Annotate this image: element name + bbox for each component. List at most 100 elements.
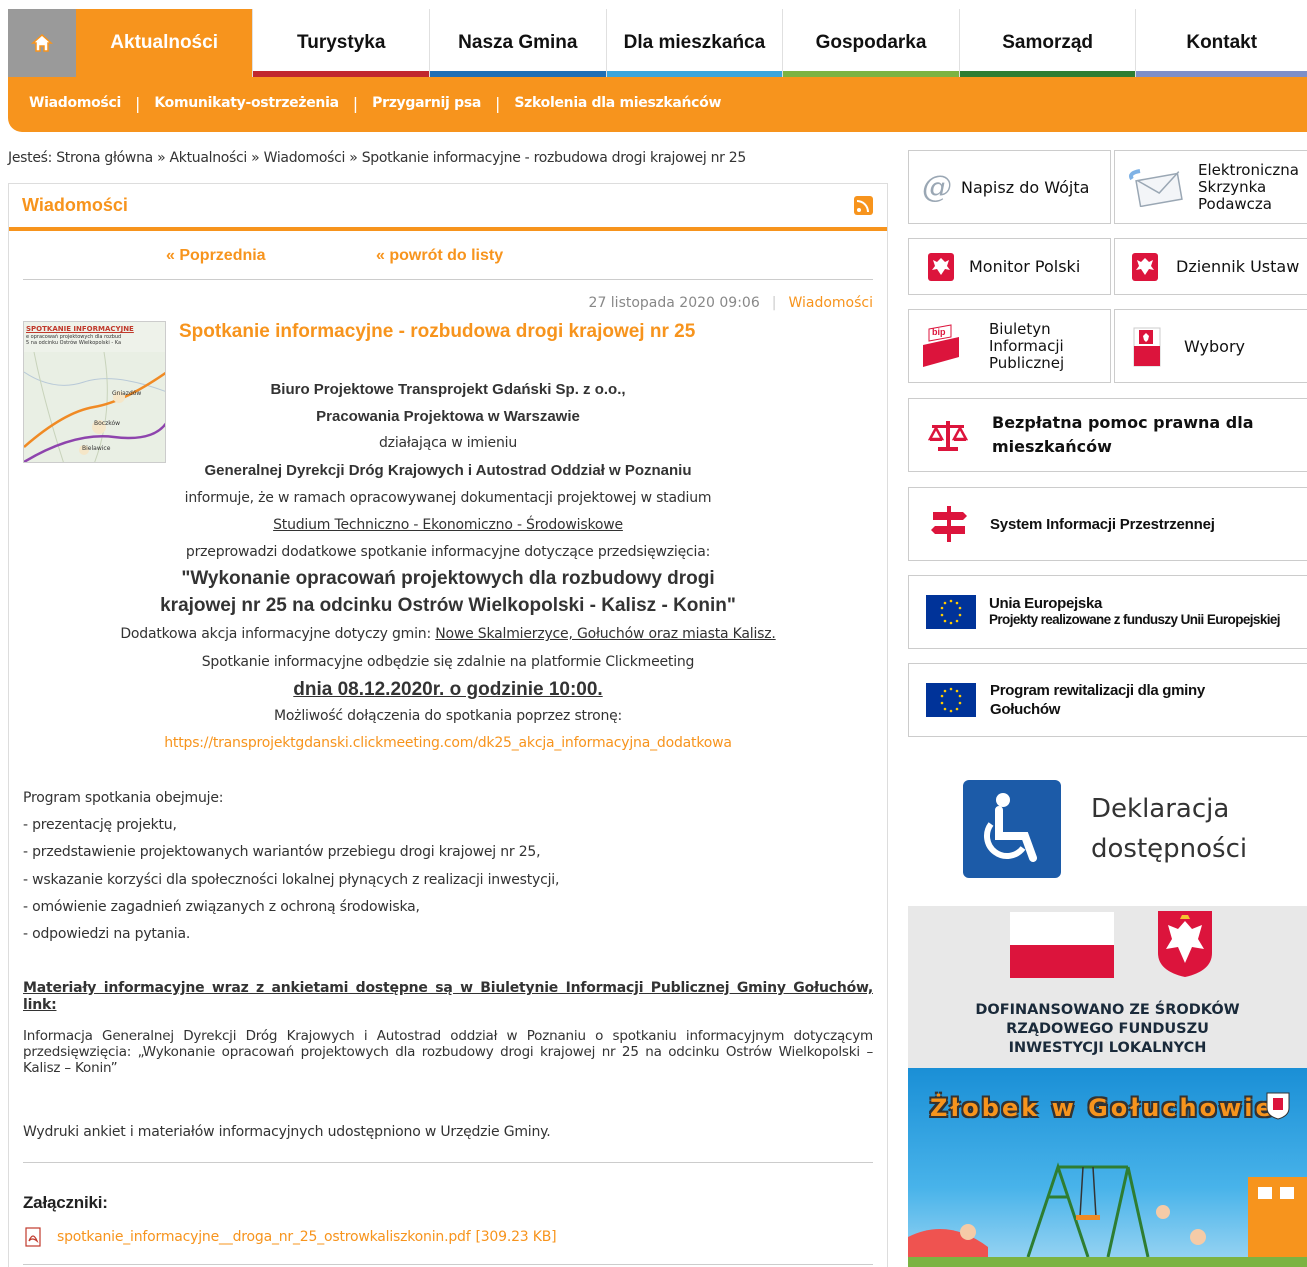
monitor-polski-link[interactable]: Monitor Polski [908,238,1111,295]
article-line: informuje, że w ramach opracowywanej dok… [184,490,712,506]
bip-logo: bip [921,323,961,369]
envelope-icon [1129,169,1183,207]
polish-emblem-icon [1158,911,1212,977]
article-line: Spotkanie informacyjne odbędzie się zdal… [201,654,695,670]
program-item: - odpowiedzi na pytania. [23,926,191,942]
eskrzynka-link[interactable]: Elektroniczna Skrzynka Podawcza [1114,150,1307,224]
nav-tab-gospodarka[interactable]: Gospodarka [783,9,960,77]
ballot-box-icon [1133,327,1161,367]
ue-title: Unia Europejska [989,595,1103,612]
article-line: przeprowadzi dodatkowe spotkanie informa… [185,544,711,560]
news-box-header: Wiadomości [9,183,887,231]
project-name-line: krajowej nr 25 na odcinku Ostrów Wielkop… [160,595,736,616]
nav-tab-label: Aktualności [110,32,218,53]
article-category-link[interactable]: Wiadomości [788,295,873,311]
pomoc-prawna-link[interactable]: Bezpłatna pomoc prawna dla mieszkańców [908,398,1307,472]
unia-europejska-link[interactable]: Unia Europejska Projekty realizowane z f… [908,575,1307,649]
main-navigation: Aktualności Turystyka Nasza Gmina Dla mi… [8,9,1307,77]
ue-label: Unia Europejska Projekty realizowane z f… [989,595,1281,628]
wybory-link[interactable]: Wybory [1114,309,1307,383]
article-navigation: « Poprzednia « powrót do listy [23,247,873,280]
gminy-list: Nowe Skalmierzyce, Gołuchów oraz miasta … [435,626,776,642]
project-name-line: "Wykonanie opracowań projektowych dla ro… [181,568,715,589]
wybory-label: Wybory [1184,336,1245,356]
rss-icon[interactable] [854,196,873,215]
nav-tab-dla-mieszkanca[interactable]: Dla mieszkańca [606,9,784,77]
home-tab[interactable] [8,9,76,77]
nav-tab-turystyka[interactable]: Turystyka [253,9,431,77]
pomoc-label: Bezpłatna pomoc prawna dla mieszkańców [992,411,1254,459]
polish-eagle-icon [928,252,954,281]
monitor-label: Monitor Polski [969,257,1081,276]
subnav-komunikaty[interactable]: Komunikaty-ostrzeżenia [154,95,339,111]
dziennik-ustaw-link[interactable]: Dziennik Ustaw [1114,238,1307,295]
news-box: Wiadomości « Poprzednia « powrót do list… [8,183,888,1267]
nav-tab-aktualnosci[interactable]: Aktualności [75,9,254,77]
bip-line: Publicznej [989,353,1065,372]
eskrzynka-line: Elektroniczna [1198,160,1299,179]
subnav-separator: | [134,93,141,113]
meeting-date: dnia 08.12.2020r. o godzinie 10:00. [293,679,603,700]
thumb-heading: SPOTKANIE INFORMACYJNE [26,325,134,333]
subnav-szkolenia[interactable]: Szkolenia dla mieszkańców [514,95,721,111]
materials-link[interactable]: Informacja Generalnej Dyrekcji Dróg Kraj… [23,1028,873,1076]
attachment-size: [309.23 KB] [475,1229,557,1245]
bip-line: Informacji [989,336,1064,355]
article-date: 27 listopada 2020 09:06 [588,295,760,311]
program-title: Program spotkania obejmuje: [23,790,224,806]
article-meta: 27 listopada 2020 09:06 | Wiadomości [589,295,873,311]
rewitalizacja-link[interactable]: Program rewitalizacji dla gminy Gołuchów [908,663,1307,737]
zlobek-title: Żłobek w Gołuchowie [930,1094,1275,1122]
signpost-icon [931,506,967,542]
materials-heading: Materiały informacyjne wraz z ankietami … [23,980,873,1013]
nav-tab-label: Gospodarka [815,32,927,53]
nav-tab-label: Turystyka [297,32,386,53]
thumb-line: 5 na odcinku Ostrów Wielkopolski - Ka [26,340,122,346]
program-item: - wskazanie korzyści dla społeczności lo… [23,872,560,888]
article-line: Biuro Projektowe Transprojekt Gdański Sp… [270,381,626,398]
sip-link[interactable]: System Informacji Przestrzennej [908,487,1307,561]
ue-subtitle: Projekty realizowane z funduszy Unii Eur… [989,612,1281,627]
fundusz-line: RZĄDOWEGO FUNDUSZU [1006,1021,1209,1037]
nav-tab-label: Nasza Gmina [458,32,578,53]
thumb-line: e opracowań projektowych dla rozbud [26,334,122,340]
article-line: działająca w imieniu [378,435,518,451]
previous-link[interactable]: « Poprzednia [166,247,266,265]
subnav-wiadomosci[interactable]: Wiadomości [29,95,121,111]
meta-separator: | [771,295,777,311]
article-line: Generalnej Dyrekcji Dróg Krajowych i Aut… [204,462,692,479]
rewit-line: Gołuchów [990,701,1061,718]
sip-label: System Informacji Przestrzennej [990,515,1215,533]
zlobek-banner[interactable]: Żłobek w Gołuchowie [908,1068,1307,1267]
dziennik-label: Dziennik Ustaw [1176,257,1300,276]
deklaracja-label: Deklaracja dostępności [1091,789,1247,869]
nav-tab-kontakt[interactable]: Kontakt [1136,9,1307,77]
playground-illustration [908,1162,1307,1267]
napisz-do-wojta-link[interactable]: @ Napisz do Wójta [908,150,1111,224]
clickmeeting-link[interactable]: https://transprojektgdanski.clickmeeting… [23,735,873,751]
rewit-line: Program rewitalizacji dla gminy [990,682,1205,699]
scales-icon [928,421,968,451]
bip-link[interactable]: bip Biuletyn Informacji Publicznej [908,309,1111,383]
nav-tab-label: Samorząd [1002,32,1094,53]
article-line: Możliwość dołączenia do spotkania poprze… [273,708,623,724]
nav-tab-samorzad[interactable]: Samorząd [959,9,1137,77]
printouts-note: Wydruki ankiet i materiałów informacyjny… [23,1124,551,1140]
article-line: Pracowania Projektowa w Warszawie [316,408,580,425]
back-to-list-link[interactable]: « powrót do listy [376,247,503,265]
fundusz-text: DOFINANSOWANO ZE ŚRODKÓW RZĄDOWEGO FUNDU… [908,1001,1307,1058]
fundusz-line: DOFINANSOWANO ZE ŚRODKÓW [975,1002,1240,1018]
attachment-item: spotkanie_informacyjne__droga_nr_25_ostr… [23,1227,557,1247]
deklaracja-dostepnosci-link[interactable]: Deklaracja dostępności [963,780,1263,878]
nav-tab-nasza-gmina[interactable]: Nasza Gmina [430,9,607,77]
eu-flag-icon [926,683,976,717]
attachment-link[interactable]: spotkanie_informacyjne__droga_nr_25_ostr… [57,1229,471,1245]
subnav-przygarnij-psa[interactable]: Przygarnij psa [372,95,481,111]
bip-line: Biuletyn [989,319,1051,338]
pomoc-line: mieszkańców [992,437,1112,456]
fundusz-line: INWESTYCJI LOKALNYCH [1008,1040,1207,1056]
fundusz-banner[interactable]: DOFINANSOWANO ZE ŚRODKÓW RZĄDOWEGO FUNDU… [908,906,1307,1068]
pdf-icon [25,1227,41,1247]
polish-eagle-icon [1132,252,1158,281]
deklaracja-line: dostępności [1091,834,1248,864]
